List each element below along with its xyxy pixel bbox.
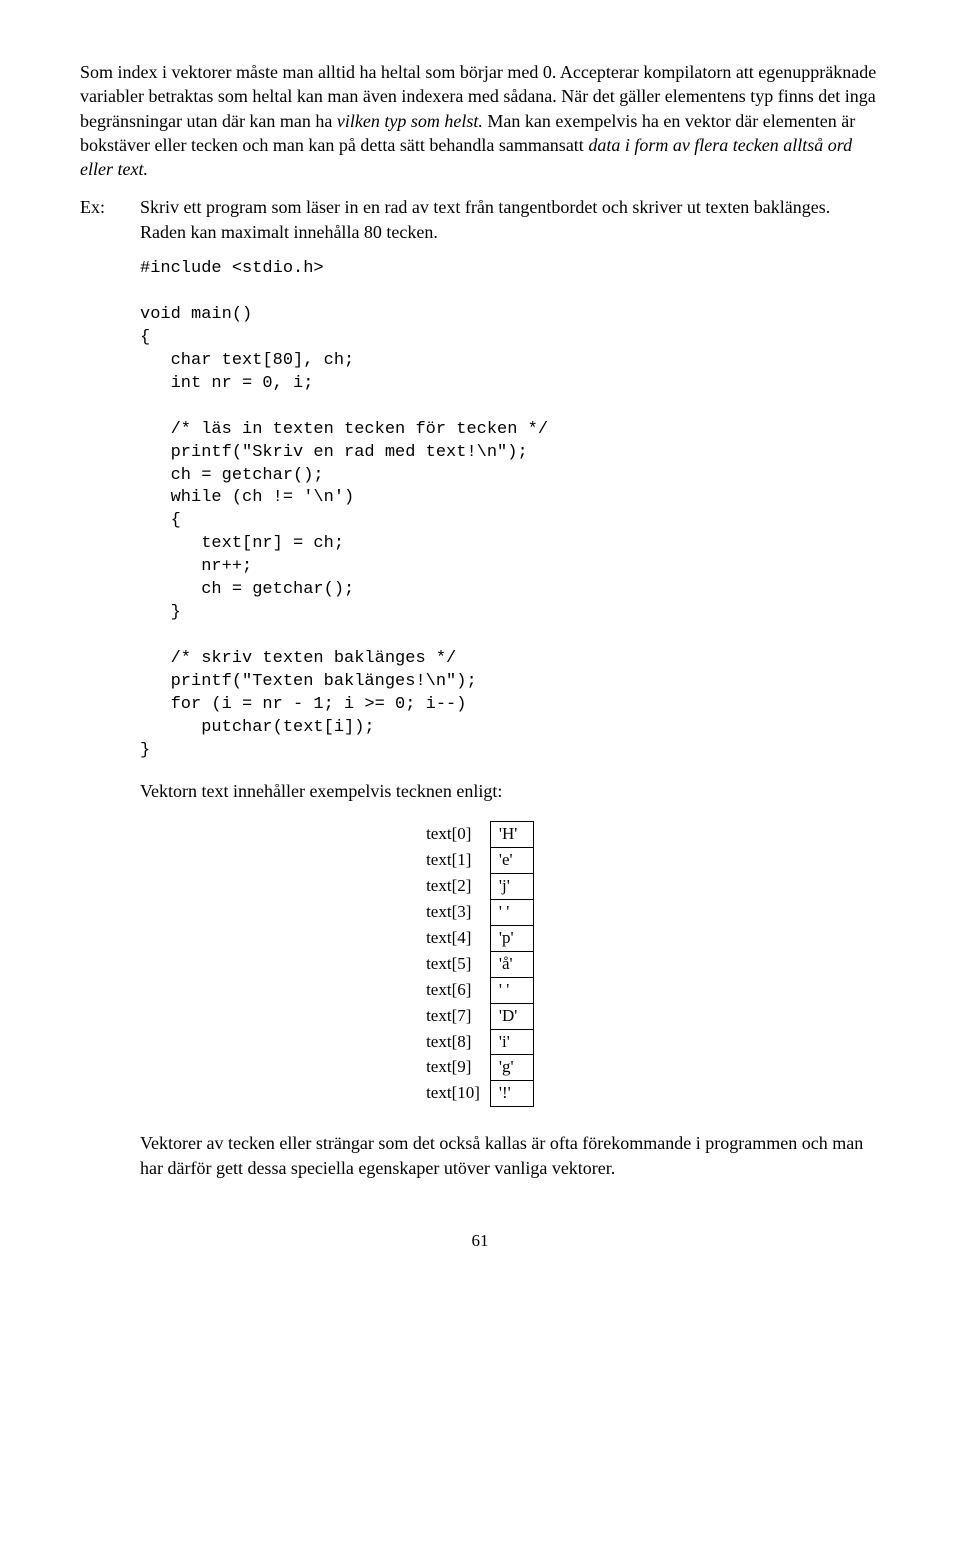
table-index-cell: text[7] [426,1003,490,1029]
table-index-cell: text[2] [426,873,490,899]
table-row: text[2]'j' [426,873,533,899]
table-row: text[5]'å' [426,951,533,977]
page-number: 61 [80,1230,880,1253]
table-value-cell: 'å' [490,951,533,977]
table-row: text[3]' ' [426,899,533,925]
table-index-cell: text[5] [426,951,490,977]
intro-text-b: vilken typ som helst. [337,111,483,131]
table-value-cell: 'D' [490,1003,533,1029]
table-row: text[9]'g' [426,1055,533,1081]
table-index-cell: text[0] [426,822,490,848]
vector-table: text[0]'H'text[1]'e'text[2]'j'text[3]' '… [426,821,534,1107]
table-value-cell: 'H' [490,822,533,848]
table-value-cell: 'j' [490,873,533,899]
table-index-cell: text[1] [426,847,490,873]
example-text: Skriv ett program som läser in en rad av… [140,195,880,244]
table-value-cell: 'e' [490,847,533,873]
table-row: text[10]'!' [426,1081,533,1107]
table-row: text[6]' ' [426,977,533,1003]
table-row: text[4]'p' [426,925,533,951]
table-index-cell: text[6] [426,977,490,1003]
vector-intro-text: Vektorn text innehåller exempelvis teckn… [140,779,880,803]
table-index-cell: text[4] [426,925,490,951]
table-value-cell: 'i' [490,1029,533,1055]
example-block: Ex: Skriv ett program som läser in en ra… [80,195,880,244]
table-value-cell: ' ' [490,899,533,925]
table-row: text[1]'e' [426,847,533,873]
example-label: Ex: [80,195,140,219]
vector-table-wrapper: text[0]'H'text[1]'e'text[2]'j'text[3]' '… [80,821,880,1107]
table-index-cell: text[8] [426,1029,490,1055]
table-index-cell: text[3] [426,899,490,925]
table-row: text[8]'i' [426,1029,533,1055]
table-row: text[0]'H' [426,822,533,848]
table-row: text[7]'D' [426,1003,533,1029]
table-value-cell: 'g' [490,1055,533,1081]
table-value-cell: '!' [490,1081,533,1107]
table-value-cell: ' ' [490,977,533,1003]
table-index-cell: text[10] [426,1081,490,1107]
table-value-cell: 'p' [490,925,533,951]
closing-paragraph: Vektorer av tecken eller strängar som de… [140,1131,880,1180]
intro-paragraph: Som index i vektorer måste man alltid ha… [80,60,880,181]
code-listing: #include <stdio.h> void main() { char te… [140,258,880,763]
table-index-cell: text[9] [426,1055,490,1081]
